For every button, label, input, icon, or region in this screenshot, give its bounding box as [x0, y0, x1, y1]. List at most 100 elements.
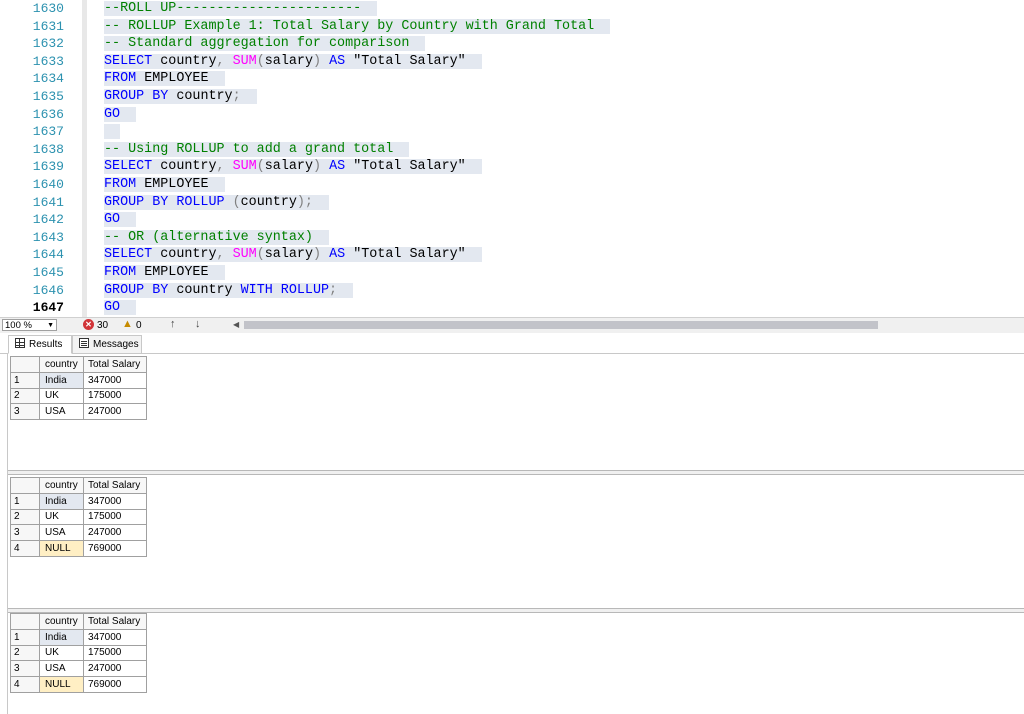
code-line[interactable]: 1647 GO	[0, 299, 1024, 317]
table-row[interactable]: 4 NULL 769000	[10, 540, 147, 557]
arrow-down-icon[interactable]: ↓	[195, 318, 201, 331]
cell-total-salary[interactable]: 175000	[83, 644, 147, 662]
row-number[interactable]: 2	[10, 508, 40, 526]
code-text[interactable]: --ROLL UP-----------------------	[104, 0, 378, 18]
result-grid-1[interactable]: country Total Salary 1 India 347000 2 UK 175000…	[10, 356, 147, 421]
code-line[interactable]: 1632 -- Standard aggregation for comparis…	[0, 35, 1024, 53]
code-text[interactable]: GROUP BY ROLLUP (country);	[104, 194, 330, 212]
cell-total-salary[interactable]: 175000	[83, 508, 147, 526]
table-row[interactable]: 4 NULL 769000	[10, 676, 147, 693]
cell-country[interactable]: UK	[39, 387, 84, 405]
column-header[interactable]: country	[39, 613, 84, 630]
result-grid-2[interactable]: country Total Salary 1 India 347000 2 UK 175000…	[10, 477, 147, 557]
row-number[interactable]: 2	[10, 387, 40, 405]
code-text[interactable]: SELECT country, SUM(salary) AS "Total Sa…	[104, 53, 482, 71]
column-header[interactable]: Total Salary	[83, 477, 147, 494]
code-line[interactable]: 1644 SELECT country, SUM(salary) AS "Tota…	[0, 246, 1024, 264]
cell-country[interactable]: India	[39, 492, 84, 510]
result-pane-3[interactable]: country Total Salary 1 India 347000 2 UK 175000…	[8, 613, 1024, 714]
code-line[interactable]: 1640 FROM EMPLOYEE	[0, 176, 1024, 194]
code-text[interactable]: GO	[104, 211, 137, 229]
code-line[interactable]: 1636 GO	[0, 105, 1024, 124]
cell-total-salary[interactable]: 347000	[83, 492, 147, 510]
cell-country[interactable]: India	[39, 371, 84, 389]
code-line[interactable]: 1634 FROM EMPLOYEE	[0, 70, 1024, 88]
column-header[interactable]: Total Salary	[83, 356, 147, 373]
table-row[interactable]: 2 UK 175000	[10, 508, 147, 526]
horizontal-scrollbar-thumb[interactable]	[244, 321, 878, 329]
table-row[interactable]: 3 USA 247000	[10, 660, 147, 678]
code-text[interactable]: FROM EMPLOYEE	[104, 176, 225, 194]
warning-icon[interactable]: ▲	[122, 318, 133, 331]
row-number[interactable]: 1	[10, 628, 40, 646]
table-row[interactable]: 2 UK 175000	[10, 387, 147, 405]
code-line[interactable]: 1641 GROUP BY ROLLUP (country);	[0, 193, 1024, 212]
code-line[interactable]: 1630 --ROLL UP-----------------------	[0, 0, 1024, 18]
code-text[interactable]: -- Standard aggregation for comparison	[104, 35, 426, 53]
column-header[interactable]: Total Salary	[83, 613, 147, 630]
zoom-dropdown[interactable]: 100 % ▼	[2, 319, 57, 331]
code-line[interactable]: 1633 SELECT country, SUM(salary) AS "Tota…	[0, 52, 1024, 71]
cell-total-salary[interactable]: 347000	[83, 628, 147, 646]
cell-country[interactable]: UK	[39, 508, 84, 526]
code-editor[interactable]: 1630 --ROLL UP----------------------- 163…	[0, 0, 1024, 317]
error-icon[interactable]: ✕	[83, 319, 94, 330]
cell-country[interactable]: NULL	[39, 540, 84, 557]
warning-count[interactable]: 0	[136, 319, 142, 332]
results-area[interactable]: country Total Salary 1 India 347000 2 UK 175000…	[8, 354, 1024, 714]
cell-country[interactable]: USA	[39, 524, 84, 542]
code-text[interactable]: GROUP BY country WITH ROLLUP;	[104, 282, 354, 300]
error-count[interactable]: 30	[97, 319, 108, 332]
table-row[interactable]: 2 UK 175000	[10, 644, 147, 662]
row-number[interactable]: 4	[10, 540, 40, 557]
code-text[interactable]: -- OR (alternative syntax)	[104, 229, 330, 247]
cell-total-salary[interactable]: 347000	[83, 371, 147, 389]
code-text[interactable]: GO	[104, 106, 137, 124]
code-line[interactable]: 1637	[0, 123, 1024, 141]
cell-country[interactable]: USA	[39, 403, 84, 421]
code-text[interactable]	[104, 123, 121, 141]
row-number[interactable]: 3	[10, 403, 40, 421]
cell-total-salary[interactable]: 769000	[83, 676, 147, 693]
cell-total-salary[interactable]: 247000	[83, 403, 147, 421]
code-text[interactable]: FROM EMPLOYEE	[104, 70, 225, 88]
code-text[interactable]: FROM EMPLOYEE	[104, 264, 225, 282]
cell-country[interactable]: USA	[39, 660, 84, 678]
result-pane-2[interactable]: country Total Salary 1 India 347000 2 UK 175000…	[8, 475, 1024, 608]
code-line[interactable]: 1646 GROUP BY country WITH ROLLUP;	[0, 281, 1024, 300]
cell-total-salary[interactable]: 175000	[83, 387, 147, 405]
code-text[interactable]: -- ROLLUP Example 1: Total Salary by Cou…	[104, 18, 611, 36]
table-row[interactable]: 3 USA 247000	[10, 524, 147, 542]
cell-total-salary[interactable]: 247000	[83, 660, 147, 678]
cell-total-salary[interactable]: 769000	[83, 540, 147, 557]
scroll-left-icon[interactable]: ◀	[233, 319, 239, 331]
code-line[interactable]: 1643 -- OR (alternative syntax)	[0, 228, 1024, 247]
row-number[interactable]: 2	[10, 644, 40, 662]
arrow-up-icon[interactable]: ↑	[170, 318, 176, 331]
code-text[interactable]: -- Using ROLLUP to add a grand total	[104, 141, 410, 159]
grid-corner[interactable]	[10, 613, 40, 630]
code-line[interactable]: 1645 FROM EMPLOYEE	[0, 264, 1024, 282]
table-row[interactable]: 3 USA 247000	[10, 403, 147, 421]
row-number[interactable]: 3	[10, 660, 40, 678]
tab-results[interactable]: Results	[8, 335, 72, 354]
code-line[interactable]: 1631 -- ROLLUP Example 1: Total Salary by…	[0, 17, 1024, 36]
table-row[interactable]: 1 India 347000	[10, 492, 147, 510]
table-row[interactable]: 1 India 347000	[10, 371, 147, 389]
code-line[interactable]: 1638 -- Using ROLLUP to add a grand total	[0, 140, 1024, 159]
code-text[interactable]: GROUP BY country;	[104, 88, 257, 106]
code-text[interactable]: SELECT country, SUM(salary) AS "Total Sa…	[104, 158, 482, 176]
cell-total-salary[interactable]: 247000	[83, 524, 147, 542]
table-row[interactable]: 1 India 347000	[10, 628, 147, 646]
grid-corner[interactable]	[10, 477, 40, 494]
column-header[interactable]: country	[39, 477, 84, 494]
column-header[interactable]: country	[39, 356, 84, 373]
code-text[interactable]: GO	[104, 299, 137, 317]
result-pane-1[interactable]: country Total Salary 1 India 347000 2 UK 175000…	[8, 354, 1024, 470]
row-number[interactable]: 3	[10, 524, 40, 542]
row-number[interactable]: 1	[10, 371, 40, 389]
code-line[interactable]: 1642 GO	[0, 211, 1024, 229]
result-grid-3[interactable]: country Total Salary 1 India 347000 2 UK 175000…	[10, 613, 147, 693]
cell-country[interactable]: NULL	[39, 676, 84, 693]
row-number[interactable]: 1	[10, 492, 40, 510]
